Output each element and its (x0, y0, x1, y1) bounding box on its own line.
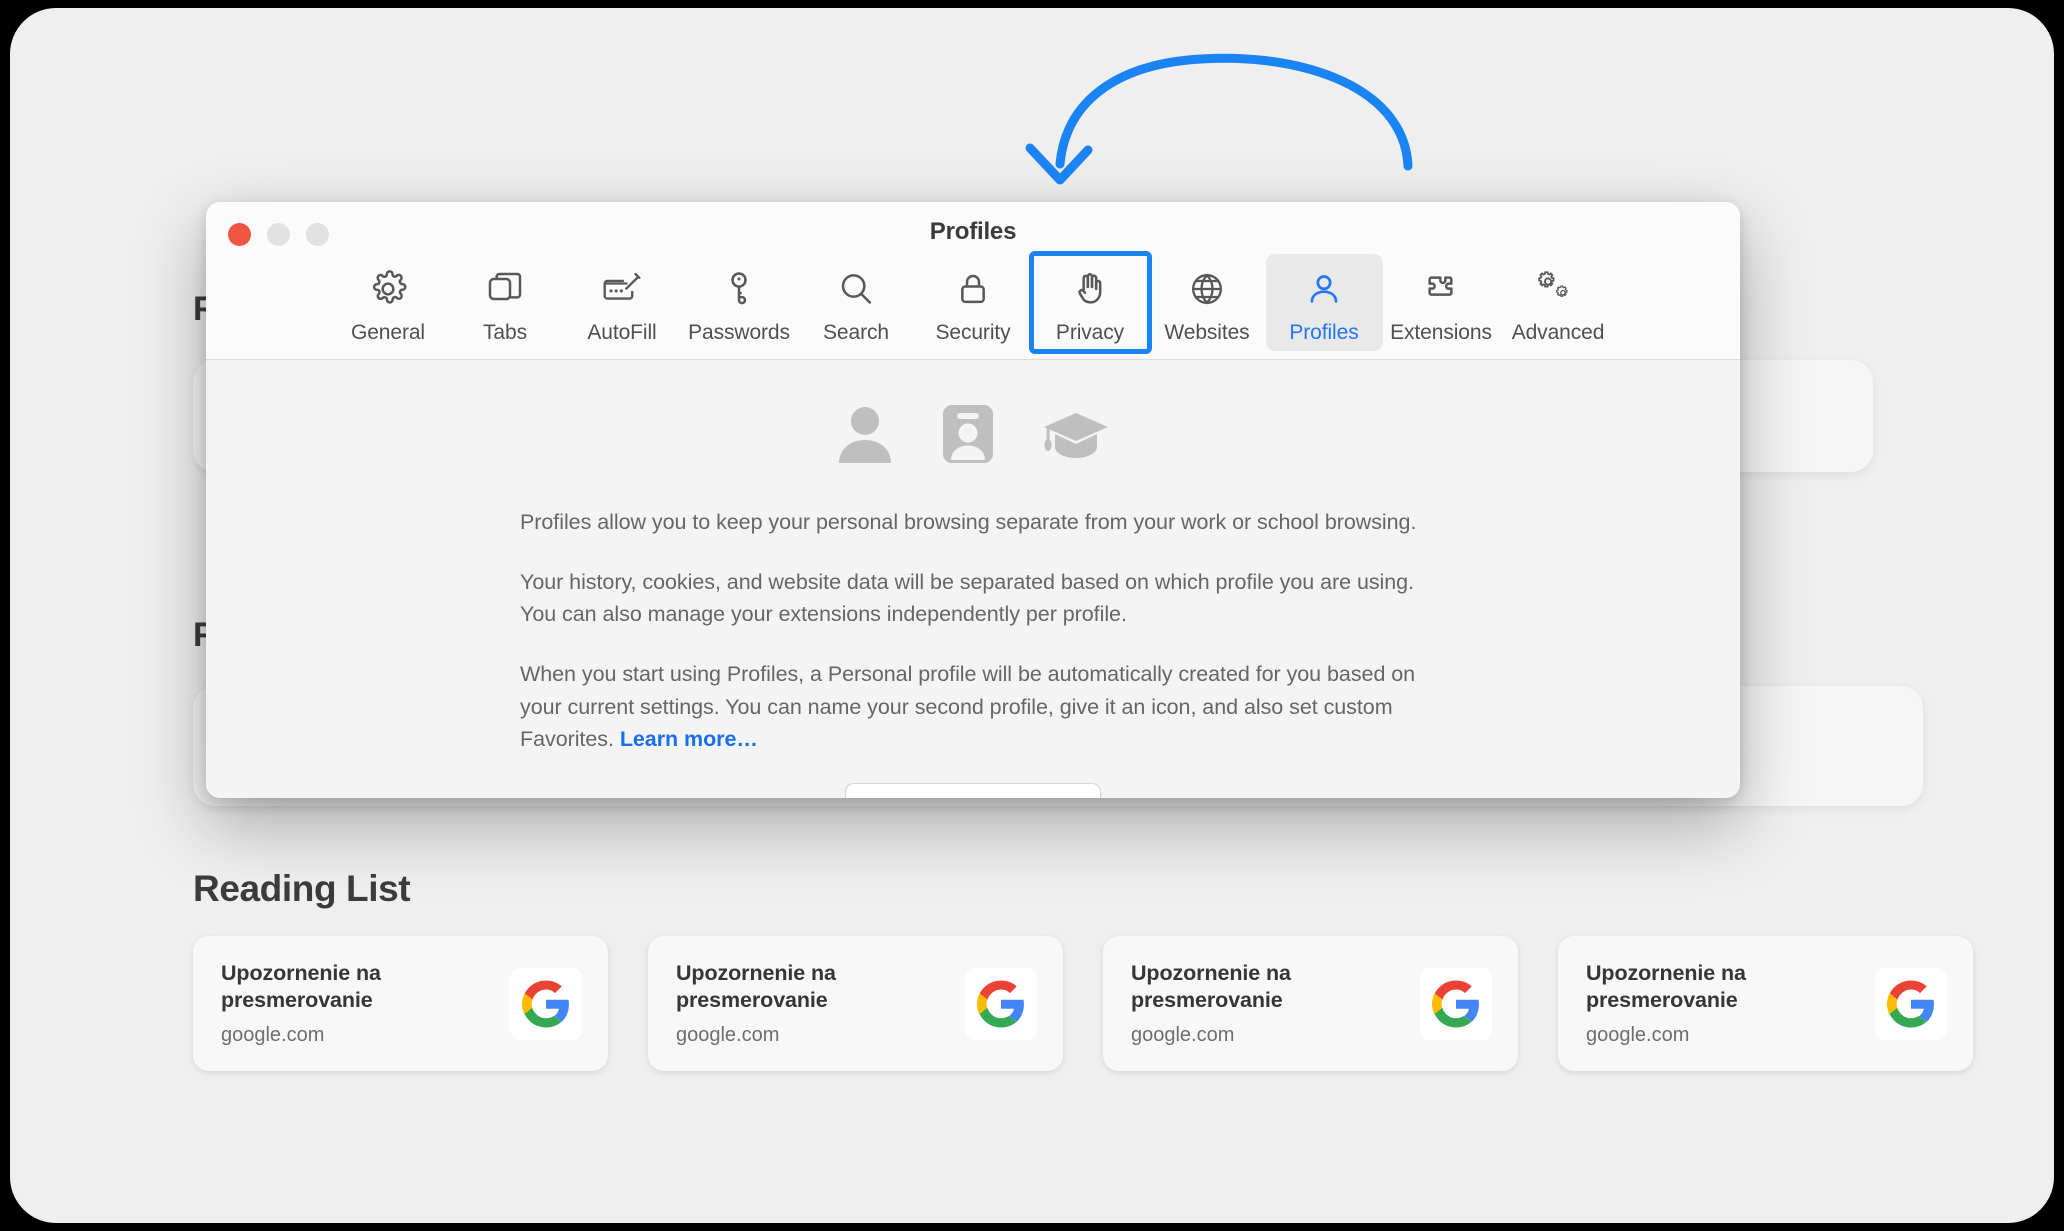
start-using-profiles-button[interactable]: Start Using Profiles (845, 783, 1101, 798)
autofill-icon (600, 264, 644, 314)
browser-start-page: F F Reading List Upozornenie na presmero… (10, 8, 2054, 1223)
globe-icon (1187, 264, 1227, 314)
person-icon (1304, 264, 1344, 314)
reading-list-card-text: Upozornenie na presmerovanie google.com (221, 960, 451, 1048)
screenshot-root: F F Reading List Upozornenie na presmero… (0, 0, 2064, 1231)
tab-label: Profiles (1289, 321, 1359, 344)
profiles-pane: Profiles allow you to keep your personal… (206, 360, 1740, 798)
gear-icon (368, 264, 408, 314)
person-silhouette-icon (835, 403, 895, 470)
profile-hero-icons (206, 400, 1740, 470)
double-gear-icon (1536, 264, 1580, 314)
key-icon (719, 264, 759, 314)
tab-profiles[interactable]: Profiles (1265, 254, 1383, 351)
reading-list-card-host: google.com (1586, 1024, 1690, 1047)
tab-advanced[interactable]: Advanced (1500, 254, 1617, 351)
learn-more-link[interactable]: Learn more… (620, 727, 758, 751)
tab-privacy[interactable]: Privacy (1028, 251, 1152, 354)
reading-list-card-host: google.com (676, 1024, 780, 1047)
tab-label: Security (935, 321, 1011, 344)
profiles-paragraph-3: When you start using Profiles, a Persona… (520, 658, 1426, 756)
tab-label: Search (823, 321, 889, 344)
reading-list-card-host: google.com (1131, 1024, 1235, 1047)
graduation-cap-icon (1041, 403, 1111, 470)
reading-list-card-text: Upozornenie na presmerovanie google.com (1131, 960, 1361, 1048)
reading-list-card-title: Upozornenie na presmerovanie (221, 960, 381, 1012)
list-item[interactable]: Upozornenie na presmerovanie google.com (193, 936, 608, 1071)
tab-general[interactable]: General (330, 254, 447, 351)
tab-label: AutoFill (587, 321, 657, 344)
tab-label: Advanced (1511, 321, 1605, 344)
curved-down-arrow-annotation (1000, 38, 1460, 213)
start-button-row: Start Using Profiles (206, 783, 1740, 798)
list-item[interactable]: Upozornenie na presmerovanie google.com (1103, 936, 1518, 1071)
google-logo-icon (1420, 967, 1492, 1040)
settings-window: Profiles General Tabs AutoFill Passwords… (206, 202, 1740, 798)
tab-websites[interactable]: Websites (1149, 254, 1266, 351)
profiles-description: Profiles allow you to keep your personal… (520, 506, 1426, 756)
tab-extensions[interactable]: Extensions (1383, 254, 1500, 351)
reading-list-title: Reading List (193, 868, 411, 909)
tab-security[interactable]: Security (915, 254, 1032, 351)
window-title: Profiles (929, 218, 1017, 245)
tabs-icon (485, 264, 525, 314)
reading-list-card-title: Upozornenie na presmerovanie (1131, 960, 1291, 1012)
settings-toolbar-tabs: General Tabs AutoFill Passwords Search S… (206, 251, 1740, 354)
profiles-paragraph-1: Profiles allow you to keep your personal… (520, 510, 1417, 534)
tab-label: Tabs (483, 321, 527, 344)
google-logo-icon (510, 967, 582, 1040)
tab-search[interactable]: Search (798, 254, 915, 351)
tab-label: Privacy (1055, 321, 1125, 344)
reading-list-card-text: Upozornenie na presmerovanie google.com (1586, 960, 1816, 1048)
reading-list-card-title: Upozornenie na presmerovanie (1586, 960, 1746, 1012)
hand-icon (1070, 264, 1110, 314)
reading-list-card-host: google.com (221, 1024, 325, 1047)
tab-label: Passwords (688, 321, 790, 344)
tab-autofill[interactable]: AutoFill (564, 254, 681, 351)
tab-passwords[interactable]: Passwords (681, 254, 798, 351)
tab-label: Extensions (1390, 321, 1492, 344)
lock-icon (953, 264, 993, 314)
reading-list-card-text: Upozornenie na presmerovanie google.com (676, 960, 906, 1048)
window-titlebar: Profiles General Tabs AutoFill Passwords… (206, 202, 1740, 360)
google-logo-icon (1875, 967, 1947, 1040)
tab-tabs[interactable]: Tabs (447, 254, 564, 351)
tab-label: Websites (1164, 321, 1250, 344)
reading-list-cards: Upozornenie na presmerovanie google.com … (193, 936, 1973, 1071)
puzzle-icon (1421, 264, 1461, 314)
list-item[interactable]: Upozornenie na presmerovanie google.com (648, 936, 1063, 1071)
google-logo-icon (965, 967, 1037, 1040)
magnifier-icon (836, 264, 876, 314)
profiles-paragraph-2: Your history, cookies, and website data … (520, 569, 1415, 627)
list-item[interactable]: Upozornenie na presmerovanie google.com (1558, 936, 1973, 1071)
id-badge-icon (941, 403, 995, 470)
reading-list-card-title: Upozornenie na presmerovanie (676, 960, 836, 1012)
tab-label: General (350, 321, 425, 344)
